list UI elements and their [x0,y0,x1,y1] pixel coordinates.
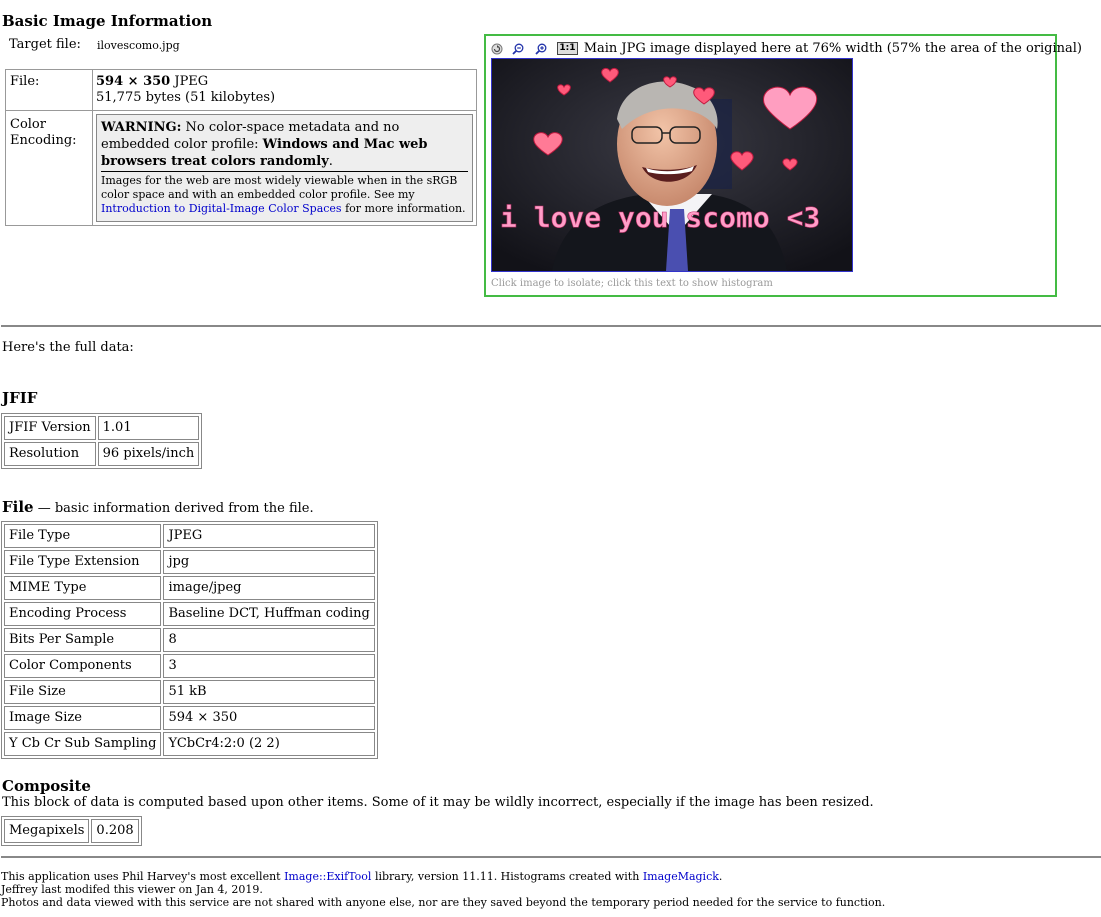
table-row: Image Size 594 × 350 [4,706,375,730]
warning-label: WARNING: [101,120,182,135]
image-hint[interactable]: Click image to isolate; click this text … [491,278,773,289]
file-section-subtitle: — basic information derived from the fil… [33,501,314,516]
divider-bottom [1,856,1101,858]
rotate-icon[interactable] [491,43,503,55]
table-key: Megapixels [4,819,90,843]
table-key: File Type Extension [4,550,162,574]
footer: This application uses Phil Harvey's most… [1,870,885,909]
table-value: YCbCr4:2:0 (2 2) [163,732,375,756]
full-data-intro: Here's the full data: [2,340,134,355]
table-row: Color Components 3 [4,654,375,678]
composite-table: Megapixels 0.208 [1,816,142,846]
composite-title: Composite [2,777,91,795]
target-file-value: ilovescomo.jpg [97,39,180,52]
footer-text: library, version 11.11. Histograms creat… [371,870,643,883]
divider-top [1,325,1101,327]
table-key: Color Components [4,654,162,678]
composite-description: This block of data is computed based upo… [2,795,874,810]
footer-line-modified: Jeffrey last modifed this viewer on Jan … [1,883,263,896]
table-row: Bits Per Sample 8 [4,628,375,652]
footer-line-credits: This application uses Phil Harvey's most… [1,870,885,883]
jfif-table: JFIF Version 1.01 Resolution 96 pixels/inc… [1,413,203,469]
basic-info-table: File: 594 × 350 JPEG 51,775 bytes (51 ki… [5,69,477,226]
zoom-in-icon[interactable] [535,43,547,55]
footer-text: This application uses Phil Harvey's most… [1,870,285,883]
table-key: Encoding Process [4,602,162,626]
table-value: Baseline DCT, Huffman coding [163,602,375,626]
table-value: 3 [163,654,375,678]
file-format: JPEG [170,74,209,89]
table-row: File Size 51 kB [4,680,375,704]
exiftool-link[interactable]: Image::ExifTool [284,870,371,883]
table-row: MIME Type image/jpeg [4,576,375,600]
note-text: Images for the web are most widely viewa… [101,174,458,201]
color-spaces-link[interactable]: Introduction to Digital-Image Color Spac… [101,202,342,215]
basic-info-title: Basic Image Information [2,12,213,30]
color-encoding-label: Color Encoding: [6,111,93,225]
preview-caption: Main JPG image displayed here at 76% wid… [583,41,1083,56]
image-caption-text: i love you scomo <3 [500,201,820,234]
zoom-out-icon[interactable] [512,43,524,55]
table-value: image/jpeg [163,576,375,600]
file-section-heading: File — basic information derived from th… [2,498,314,516]
file-label: File: [6,70,93,111]
imagemagick-link[interactable]: ImageMagick [643,870,719,883]
file-table: File Type JPEG File Type Extension jpg MIME … [1,521,378,759]
actual-size-button[interactable]: 1:1 [557,42,578,55]
table-row: Megapixels 0.208 [4,819,139,843]
table-key: Resolution [4,442,96,466]
file-bytes: 51,775 bytes (51 kilobytes) [96,90,276,105]
table-key: File Type [4,524,162,548]
table-row: File Type Extension jpg [4,550,375,574]
table-key: Y Cb Cr Sub Sampling [4,732,162,756]
file-section-title: File [2,498,34,516]
table-row: Resolution 96 pixels/inch [4,442,200,466]
table-key: File Size [4,680,162,704]
warning-box: WARNING: No color-space metadata and no … [96,114,473,222]
warning-end: . [328,154,333,169]
note-end: for more information. [341,202,466,215]
table-value: 594 × 350 [163,706,375,730]
table-value: 0.208 [91,819,139,843]
table-row: Y Cb Cr Sub Sampling YCbCr4:2:0 (2 2) [4,732,375,756]
target-file-label: Target file: [9,37,81,52]
preview-panel: 1:1 Main JPG image displayed here at 76%… [484,34,1082,297]
table-key: JFIF Version [4,416,96,440]
file-info: 594 × 350 JPEG 51,775 bytes (51 kilobyte… [93,70,476,111]
image-artwork: i love you scomo <3 [492,59,852,271]
main-image[interactable]: i love you scomo <3 [491,58,853,272]
table-value: 8 [163,628,375,652]
preview-toolbar: 1:1 Main JPG image displayed here at 76%… [491,41,1082,56]
table-value: JPEG [163,524,375,548]
table-value: 51 kB [163,680,375,704]
footer-line-privacy: Photos and data viewed with this service… [1,896,886,909]
color-encoding-cell: WARNING: No color-space metadata and no … [93,111,476,225]
footer-text: . [718,870,723,883]
table-row: JFIF Version 1.01 [4,416,200,440]
table-row: Encoding Process Baseline DCT, Huffman co… [4,602,375,626]
table-key: Bits Per Sample [4,628,162,652]
file-dims: 594 × 350 [96,74,171,89]
table-key: MIME Type [4,576,162,600]
jfif-title: JFIF [2,389,38,407]
table-value: 1.01 [97,416,200,440]
warning-text: WARNING: No color-space metadata and no … [101,119,468,172]
table-value: jpg [163,550,375,574]
color-space-note: Images for the web are most widely viewa… [101,174,468,216]
table-value: 96 pixels/inch [97,442,200,466]
table-key: Image Size [4,706,162,730]
table-row: File Type JPEG [4,524,375,548]
